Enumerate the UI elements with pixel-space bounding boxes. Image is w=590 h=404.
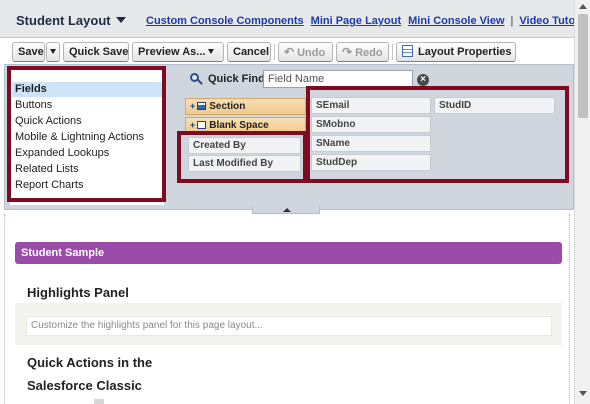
- redo-button[interactable]: ↷ Redo: [336, 42, 389, 62]
- palette-item-label: Section: [209, 101, 246, 112]
- cancel-button[interactable]: Cancel: [227, 42, 271, 62]
- search-icon: [190, 73, 203, 85]
- cancel-label: Cancel: [233, 46, 270, 58]
- field-palette: Fields Buttons Quick Actions Mobile & Li…: [4, 64, 574, 210]
- highlights-panel-title: Highlights Panel: [27, 285, 129, 300]
- mini-page-layout-link[interactable]: Mini Page Layout: [311, 15, 401, 27]
- toolbar-divider: [392, 44, 393, 60]
- preview-as-label: Preview As...: [138, 46, 206, 58]
- save-button[interactable]: Save: [12, 42, 45, 62]
- undo-icon: ↶: [284, 45, 295, 59]
- editor-toolbar: Save Quick Save Preview As... Cancel ↶ Un…: [8, 40, 566, 64]
- palette-item-label: Blank Space: [209, 120, 269, 131]
- highlights-panel-placeholder[interactable]: Customize the highlights panel for this …: [26, 316, 552, 336]
- section-header-student-sample[interactable]: Student Sample: [15, 242, 562, 264]
- layout-selector[interactable]: Student Layout: [16, 13, 126, 28]
- header-links: Custom Console Components Mini Page Layou…: [146, 15, 590, 27]
- quick-save-button[interactable]: Quick Save: [63, 42, 129, 62]
- undo-label: Undo: [297, 47, 326, 59]
- layout-properties-button[interactable]: Layout Properties: [396, 42, 516, 62]
- save-dropdown-button[interactable]: [46, 42, 60, 62]
- partial-element: [94, 399, 104, 404]
- scroll-down-icon[interactable]: [579, 391, 587, 396]
- blank-space-icon: [197, 121, 207, 129]
- save-label: Save: [18, 46, 44, 58]
- highlight-box-custom-fields: [306, 86, 569, 183]
- chevron-up-icon: [283, 208, 291, 212]
- palette-item-section[interactable]: + Section: [185, 98, 306, 115]
- quick-save-label: Quick Save: [69, 46, 129, 58]
- custom-console-components-link[interactable]: Custom Console Components: [146, 15, 304, 27]
- palette-collapse-handle[interactable]: [252, 207, 320, 214]
- quick-find-label: Quick Find: [208, 73, 265, 85]
- layout-properties-label: Layout Properties: [418, 46, 512, 58]
- layout-properties-icon: [402, 45, 413, 57]
- layout-title: Student Layout: [16, 13, 111, 28]
- scroll-up-icon[interactable]: [579, 4, 587, 9]
- scrollbar-thumb[interactable]: [578, 14, 588, 118]
- vertical-scrollbar[interactable]: [574, 0, 590, 404]
- redo-label: Redo: [355, 47, 383, 59]
- chevron-down-icon: [50, 49, 56, 54]
- highlight-box-standard-fields: [177, 131, 307, 183]
- chevron-down-icon: [208, 49, 215, 54]
- undo-button[interactable]: ↶ Undo: [278, 42, 333, 62]
- mini-console-view-link[interactable]: Mini Console View: [408, 15, 504, 27]
- redo-icon: ↷: [342, 45, 353, 59]
- quick-actions-title-line2: Salesforce Classic: [27, 378, 142, 393]
- drag-plus-icon: +: [190, 101, 196, 111]
- highlight-box-categories: [7, 66, 166, 202]
- toolbar-divider: [274, 44, 275, 60]
- preview-as-button[interactable]: Preview As...: [132, 42, 224, 62]
- link-separator: |: [510, 15, 514, 27]
- chevron-down-icon: [115, 17, 126, 23]
- layout-editor-header: Student Layout Custom Console Components…: [0, 0, 590, 38]
- clear-icon[interactable]: ×: [417, 74, 429, 86]
- quick-actions-title-line1: Quick Actions in the: [27, 355, 153, 370]
- section-icon: [197, 102, 207, 110]
